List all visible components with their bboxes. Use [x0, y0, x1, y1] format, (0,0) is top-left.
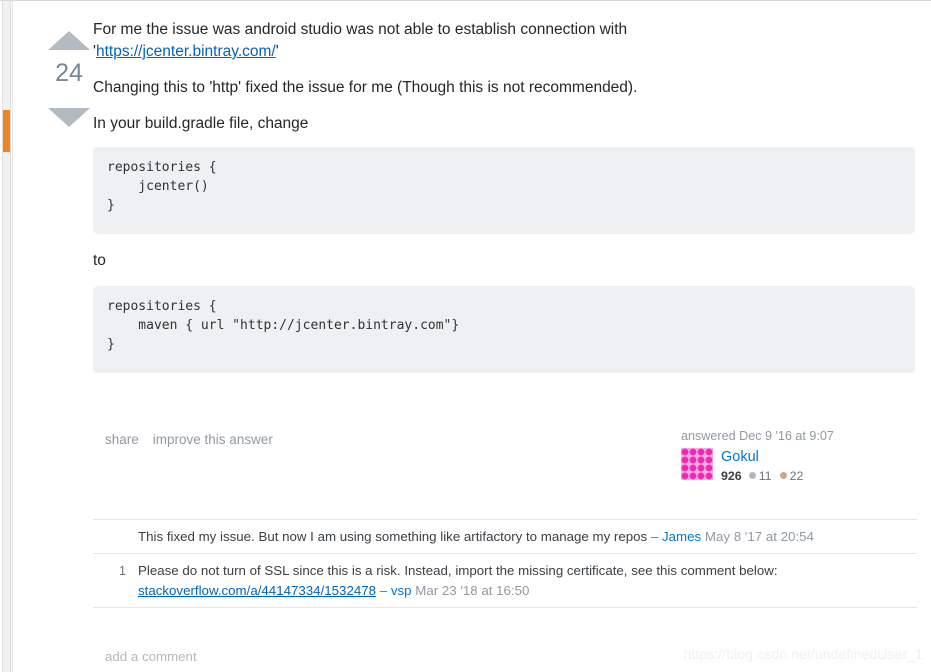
post-signature-row: share improve this answer answered Dec 9 …	[93, 429, 917, 499]
username-link[interactable]: Gokul	[721, 449, 811, 466]
comment-dash: –	[650, 529, 659, 544]
comment-row[interactable]: This fixed my issue. But now I am using …	[93, 520, 917, 555]
reputation-score: 926	[721, 468, 742, 483]
quote-close: '	[275, 43, 279, 60]
comment-body: This fixed my issue. But now I am using …	[138, 527, 917, 546]
paragraph-1-text: For me the issue was android studio was …	[93, 21, 628, 38]
comment-score	[93, 527, 138, 546]
reputation-row: 926 11 22	[721, 469, 811, 483]
vote-cell: 24	[43, 31, 95, 127]
page-scrollbar-thumb[interactable]	[3, 110, 10, 152]
silver-badge-icon	[748, 472, 756, 480]
silver-badge-count: 11	[758, 468, 772, 483]
vote-count: 24	[55, 59, 83, 87]
page-scrollbar-track[interactable]	[2, 1, 11, 672]
comment-timestamp: May 8 '17 at 20:54	[704, 529, 814, 544]
code-block-before: repositories { jcenter() }	[93, 147, 915, 234]
bronze-badge-icon	[779, 472, 787, 480]
upvote-arrow-icon[interactable]	[48, 31, 90, 50]
comment-text: Please do not turn of SSL since this is …	[138, 563, 778, 579]
post-body: For me the issue was android studio was …	[93, 19, 917, 385]
csdn-watermark: https://blog.csdn.net/undefinedUser_1	[683, 646, 923, 662]
comment-author-link[interactable]: vsp	[391, 583, 412, 598]
comments-list: This fixed my issue. But now I am using …	[93, 519, 917, 608]
post-paragraph-2: Changing this to 'http' fixed the issue …	[93, 79, 638, 96]
answer-post: 24 For me the issue was android studio w…	[12, 1, 931, 672]
bronze-badge-count: 22	[789, 468, 804, 483]
code-block-after: repositories { maven { url "http://jcent…	[93, 286, 915, 373]
comment-inline-link[interactable]: stackoverflow.com/a/44147334/1532478	[138, 583, 376, 598]
improve-this-answer-link[interactable]: improve this answer	[153, 432, 273, 447]
user-card: answered Dec 9 '16 at 9:07 Gokul 926 11 …	[681, 429, 917, 483]
comment-dash: –	[379, 582, 388, 598]
comment-score: 1	[119, 564, 126, 579]
post-connector-to: to	[93, 252, 106, 269]
comment-timestamp: Mar 23 '18 at 16:50	[415, 582, 530, 598]
jcenter-link[interactable]: https://jcenter.bintray.com/	[96, 43, 276, 60]
comment-author-link[interactable]: James	[662, 529, 701, 544]
post-menu: share improve this answer	[105, 432, 287, 447]
identicon-avatar[interactable]	[681, 448, 713, 480]
user-details: Gokul 926 11 22	[721, 448, 811, 483]
post-paragraph-1: For me the issue was android studio was …	[93, 19, 917, 63]
add-comment-link[interactable]: add a comment	[105, 649, 197, 664]
comment-row[interactable]: 1 Please do not turn of SSL since this i…	[93, 554, 917, 608]
answered-timestamp: answered Dec 9 '16 at 9:07	[681, 429, 834, 443]
comment-body: Please do not turn of SSL since this is …	[138, 561, 917, 600]
post-paragraph-3: In your build.gradle file, change	[93, 115, 309, 132]
downvote-arrow-icon[interactable]	[48, 108, 90, 127]
user-row: Gokul 926 11 22	[681, 448, 917, 483]
comment-text: This fixed my issue. But now I am using …	[138, 529, 648, 544]
share-link[interactable]: share	[105, 432, 139, 447]
